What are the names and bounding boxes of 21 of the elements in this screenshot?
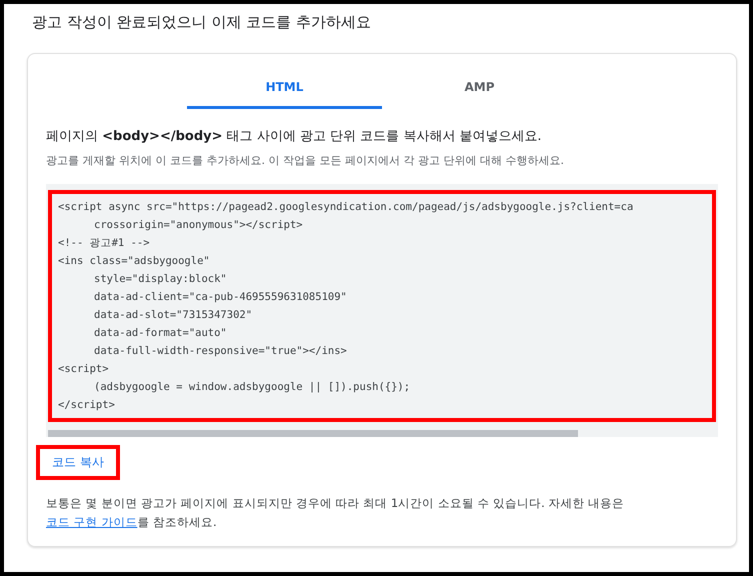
code-line: style="display:block" xyxy=(93,272,228,287)
scrollbar-thumb[interactable] xyxy=(48,430,578,437)
code-line: crossorigin="anonymous"></script> xyxy=(93,218,304,233)
copy-code-button[interactable]: 코드 복사 xyxy=(36,445,120,480)
code-line: </script> xyxy=(58,398,116,413)
code-line: <script async src="https://pagead2.googlesyndication.com/pagead/js/adsbygoogle.js?client=ca xyxy=(58,200,634,215)
code-line: (adsbygoogle = window.adsbygoogle || []).push({}); xyxy=(93,380,412,395)
code-line: <!-- 광고#1 --> xyxy=(58,236,151,251)
instruction-text: 페이지의 <body></body> 태그 사이에 광고 단위 코드를 복사해서 붙여넣으세요. xyxy=(46,128,543,145)
guide-link[interactable]: 코드 구현 가이드 xyxy=(46,515,138,529)
tab[interactable]: HTML xyxy=(187,70,382,109)
code-line: <ins class="adsbygoogle" xyxy=(58,254,211,269)
code-line: data-full-width-responsive="true"></ins> xyxy=(93,344,348,359)
page-title: 광고 작성이 완료되었으니 이제 코드를 추가하세요 xyxy=(31,12,372,33)
code-line: <script> xyxy=(58,362,110,377)
note-text: 광고를 게재할 위치에 이 코드를 추가하세요. 이 작업을 모든 페이지에서 각 광고 단위에 대해 수행하세요. xyxy=(46,153,565,168)
code-line: data-ad-client="ca-pub-4695559631085109" xyxy=(93,290,348,305)
code-line: data-ad-format="auto" xyxy=(93,326,228,341)
code-line: data-ad-slot="7315347302" xyxy=(93,308,254,323)
tab[interactable]: AMP xyxy=(382,70,577,109)
footer-text: 보통은 몇 분이면 광고가 페이지에 표시되지만 경우에 따라 최대 1시간이 소요될 수 있습니다. 자세한 내용은 코드 구현 가이드를 참조하세요. xyxy=(46,495,626,531)
